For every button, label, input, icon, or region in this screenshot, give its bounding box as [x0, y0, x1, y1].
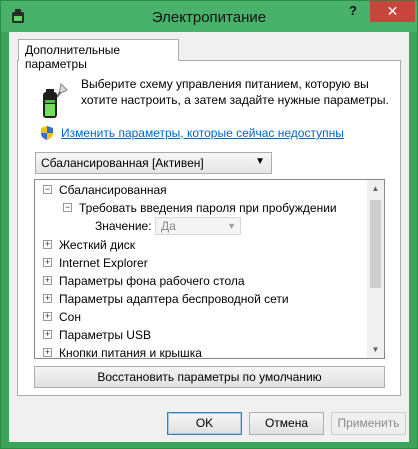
tree-item-label: Internet Explorer — [59, 256, 148, 270]
tree-item-desktop-background[interactable]: + Параметры фона рабочего стола — [35, 272, 355, 290]
settings-tree[interactable]: − Сбалансированная − Требовать введения … — [34, 179, 385, 359]
scrollbar-thumb[interactable] — [370, 200, 381, 288]
collapse-icon[interactable]: − — [63, 203, 72, 212]
close-button[interactable]: ✕ — [370, 1, 415, 22]
chevron-down-icon: ▼ — [255, 156, 265, 167]
tree-item-label: Параметры фона рабочего стола — [59, 274, 245, 288]
restore-defaults-button[interactable]: Восстановить параметры по умолчанию — [34, 366, 385, 388]
tree-item-power-buttons-lid[interactable]: + Кнопки питания и крышка — [35, 344, 355, 358]
setting-value-text: Да — [161, 219, 176, 233]
cancel-button[interactable]: Отмена — [249, 412, 324, 435]
tree-item-usb[interactable]: + Параметры USB — [35, 326, 355, 344]
tree-item-balanced[interactable]: − Сбалансированная — [35, 181, 355, 199]
tree-item-internet-explorer[interactable]: + Internet Explorer — [35, 254, 355, 272]
title-bar[interactable]: Электропитание ? ✕ — [1, 1, 417, 32]
settings-tree-content: − Сбалансированная − Требовать введения … — [35, 180, 369, 358]
scroll-up-icon[interactable]: ▲ — [367, 180, 384, 197]
tree-item-sleep[interactable]: + Сон — [35, 308, 355, 326]
expand-icon[interactable]: + — [43, 276, 52, 285]
tree-item-wireless-adapter[interactable]: + Параметры адаптера беспроводной сети — [35, 290, 355, 308]
power-scheme-value: Сбалансированная [Активен] — [41, 156, 204, 170]
collapse-icon[interactable]: − — [43, 185, 52, 194]
tree-item-label: Требовать введения пароля при пробуждени… — [79, 201, 337, 215]
power-options-window: Электропитание ? ✕ Дополнительные параме… — [0, 0, 418, 449]
expand-icon[interactable]: + — [43, 312, 52, 321]
chevron-down-icon: ▼ — [227, 221, 236, 231]
ok-button[interactable]: OK — [167, 412, 242, 435]
tree-item-label: Сон — [59, 310, 81, 324]
battery-plug-icon — [43, 82, 68, 118]
dialog-client-area: Дополнительные параметры Выберите схему … — [9, 32, 409, 442]
setting-value-label: Значение: — [95, 219, 152, 233]
tree-item-label: Параметры адаптера беспроводной сети — [59, 292, 289, 306]
expand-icon[interactable]: + — [43, 294, 52, 303]
power-scheme-dropdown[interactable]: Сбалансированная [Активен] ▼ — [35, 152, 272, 174]
tab-advanced-settings[interactable]: Дополнительные параметры — [18, 39, 179, 71]
setting-value-row: Значение: Да ▼ — [95, 217, 255, 235]
scroll-down-icon[interactable]: ▼ — [367, 341, 384, 358]
instruction-text: Выберите схему управления питанием, кото… — [81, 77, 389, 107]
tree-item-hard-disk[interactable]: + Жесткий диск — [35, 236, 355, 254]
uac-shield-icon — [41, 126, 53, 140]
tree-item-label: Кнопки питания и крышка — [59, 346, 202, 358]
setting-value-dropdown[interactable]: Да ▼ — [155, 217, 241, 235]
tree-scrollbar[interactable]: ▲ ▼ — [367, 180, 384, 358]
tree-item-label: Жесткий диск — [59, 238, 136, 252]
tree-item-label: Сбалансированная — [59, 183, 167, 197]
change-unavailable-settings-link[interactable]: Изменить параметры, которые сейчас недос… — [61, 126, 344, 140]
expand-icon[interactable]: + — [43, 330, 52, 339]
expand-icon[interactable]: + — [43, 348, 52, 357]
apply-button[interactable]: Применить — [331, 412, 406, 435]
expand-icon[interactable]: + — [43, 240, 52, 249]
tree-item-password-on-wakeup[interactable]: − Требовать введения пароля при пробужде… — [35, 199, 355, 217]
expand-icon[interactable]: + — [43, 258, 52, 267]
tree-item-label: Параметры USB — [59, 328, 151, 342]
help-button[interactable]: ? — [340, 1, 366, 23]
